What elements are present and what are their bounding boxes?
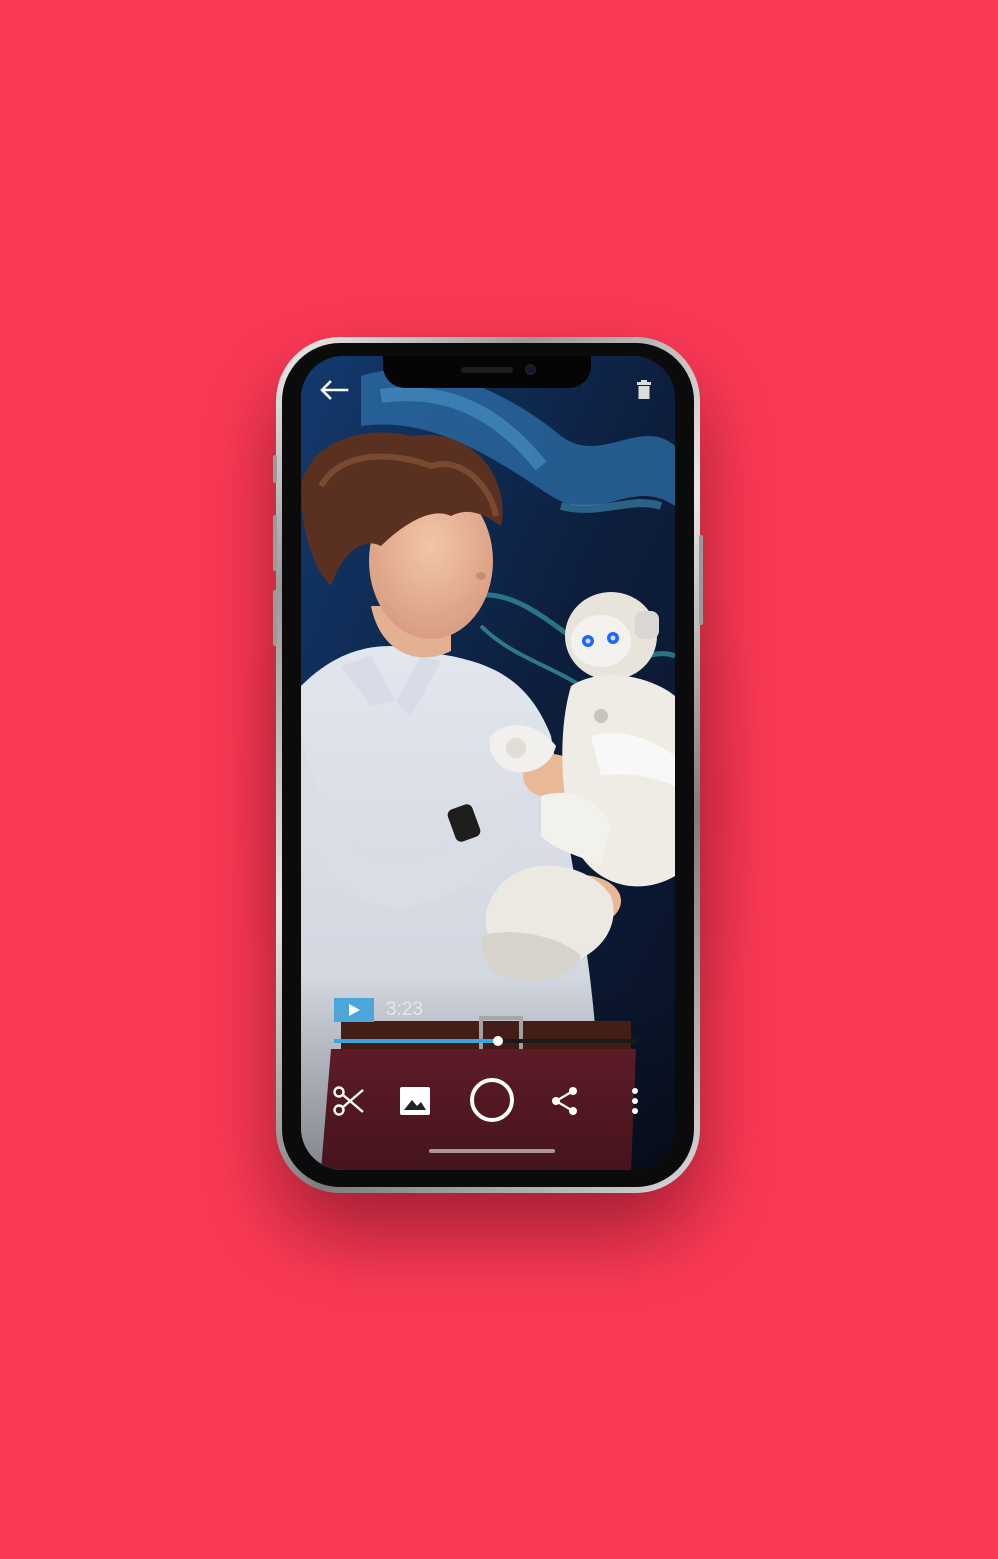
more-button[interactable]	[613, 1076, 657, 1126]
phone-screen: 3:23	[301, 356, 675, 1170]
mute-switch	[273, 455, 277, 483]
home-indicator	[429, 1149, 555, 1153]
scissors-icon	[333, 1086, 364, 1116]
notch	[383, 356, 591, 388]
more-vertical-icon	[632, 1088, 638, 1114]
bottom-toolbar	[301, 1076, 675, 1126]
trim-button[interactable]	[327, 1076, 371, 1126]
trash-icon	[637, 380, 651, 399]
volume-down-button	[273, 590, 277, 646]
speaker-grille	[461, 367, 513, 373]
video-duration: 3:23	[386, 999, 423, 1020]
record-button[interactable]	[470, 1078, 514, 1122]
volume-up-button	[273, 515, 277, 571]
back-button[interactable]	[316, 372, 352, 408]
progress-bar[interactable]	[334, 1036, 638, 1046]
arrow-left-icon	[320, 380, 349, 400]
progress-fill	[334, 1039, 499, 1043]
power-button	[699, 535, 703, 625]
play-button[interactable]	[334, 998, 374, 1022]
front-camera	[525, 364, 536, 375]
play-icon	[349, 1004, 360, 1016]
delete-button[interactable]	[626, 372, 662, 408]
image-icon	[400, 1087, 430, 1115]
gallery-button[interactable]	[393, 1076, 437, 1126]
share-button[interactable]	[543, 1076, 587, 1126]
share-icon	[552, 1087, 577, 1115]
